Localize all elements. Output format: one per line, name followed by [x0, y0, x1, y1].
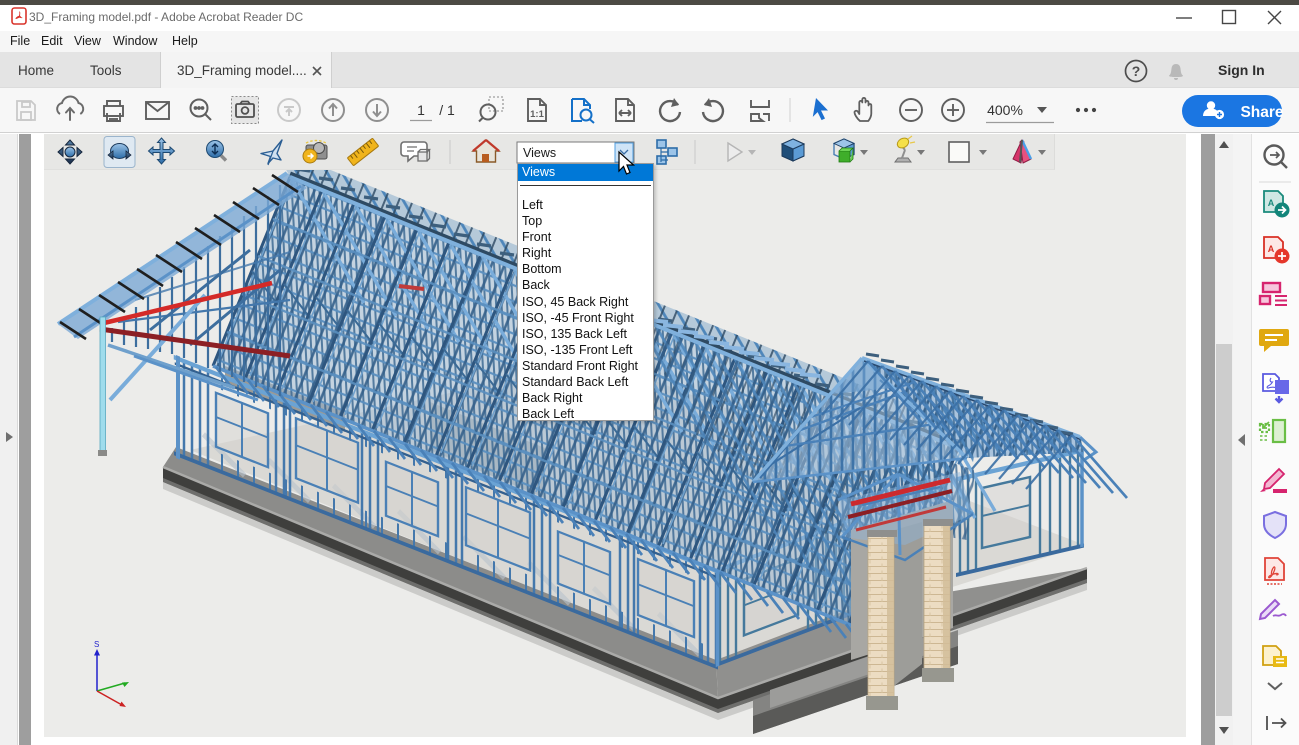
svg-text:/ 1: / 1	[439, 102, 455, 118]
svg-text:?: ?	[1132, 63, 1141, 79]
svg-text:Views: Views	[523, 146, 556, 160]
svg-text:Share: Share	[1240, 104, 1283, 121]
svg-text:1:1: 1:1	[530, 109, 544, 120]
svg-text:400%: 400%	[987, 102, 1023, 118]
svg-text:S: S	[94, 640, 99, 649]
svg-text:A: A	[1268, 244, 1275, 254]
svg-text:A: A	[1268, 198, 1275, 208]
svg-text:1: 1	[417, 102, 425, 118]
